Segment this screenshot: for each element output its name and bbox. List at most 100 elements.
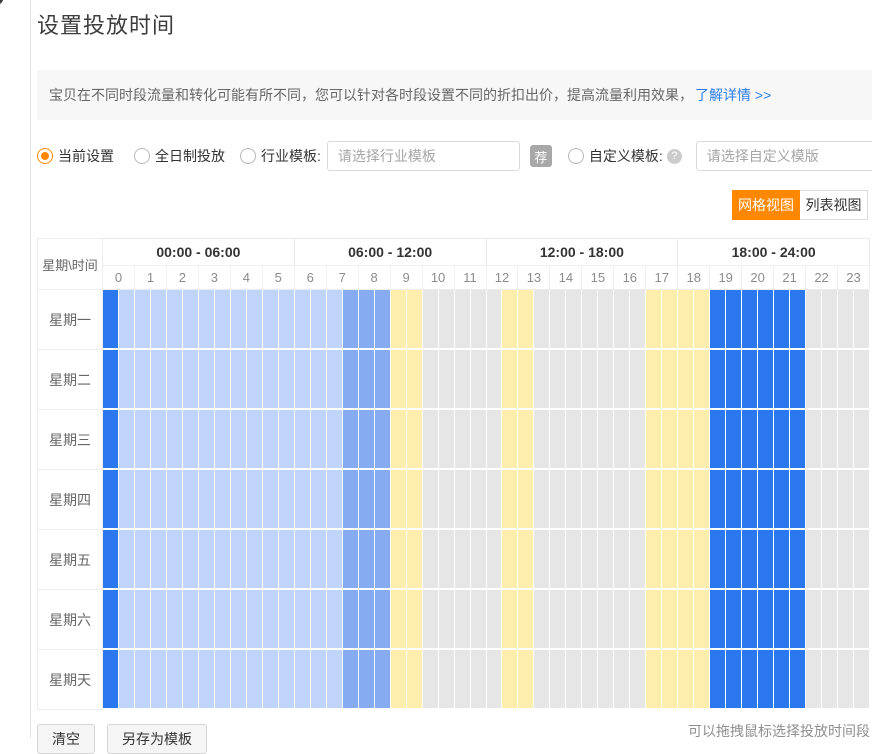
schedule-cell[interactable]	[231, 530, 247, 590]
schedule-cell[interactable]	[103, 530, 119, 590]
schedule-cell[interactable]	[487, 290, 503, 350]
schedule-cell[interactable]	[614, 350, 630, 410]
schedule-cell[interactable]	[279, 350, 295, 410]
schedule-cell[interactable]	[135, 290, 151, 350]
schedule-cell[interactable]	[167, 290, 183, 350]
schedule-cell[interactable]	[199, 410, 215, 470]
schedule-cell[interactable]	[167, 650, 183, 710]
schedule-cell[interactable]	[518, 410, 534, 470]
schedule-cell[interactable]	[103, 290, 119, 350]
schedule-cell[interactable]	[327, 590, 343, 650]
schedule-cell[interactable]	[343, 530, 359, 590]
schedule-cell[interactable]	[439, 290, 455, 350]
custom-template-input[interactable]	[696, 141, 872, 171]
schedule-cell[interactable]	[838, 410, 854, 470]
schedule-cell[interactable]	[119, 290, 135, 350]
schedule-cell[interactable]	[502, 470, 518, 530]
schedule-cell[interactable]	[838, 290, 854, 350]
schedule-cell[interactable]	[598, 650, 614, 710]
schedule-cell[interactable]	[423, 590, 439, 650]
schedule-cell[interactable]	[407, 290, 423, 350]
schedule-cell[interactable]	[838, 650, 854, 710]
schedule-cell[interactable]	[471, 290, 487, 350]
schedule-cell[interactable]	[391, 590, 407, 650]
schedule-cell[interactable]	[439, 350, 455, 410]
schedule-cell[interactable]	[439, 590, 455, 650]
schedule-cell[interactable]	[311, 650, 327, 710]
schedule-cell[interactable]	[359, 590, 375, 650]
schedule-cell[interactable]	[423, 530, 439, 590]
schedule-cell[interactable]	[566, 350, 582, 410]
schedule-cell[interactable]	[774, 410, 790, 470]
schedule-cell[interactable]	[455, 530, 471, 590]
schedule-cell[interactable]	[375, 530, 391, 590]
schedule-cell[interactable]	[550, 590, 566, 650]
schedule-cell[interactable]	[518, 650, 534, 710]
schedule-cell[interactable]	[487, 350, 503, 410]
schedule-cell[interactable]	[566, 290, 582, 350]
schedule-cell[interactable]	[550, 350, 566, 410]
schedule-cell[interactable]	[487, 470, 503, 530]
schedule-cell[interactable]	[311, 530, 327, 590]
schedule-cell[interactable]	[119, 530, 135, 590]
schedule-cell[interactable]	[375, 470, 391, 530]
schedule-cell[interactable]	[135, 410, 151, 470]
schedule-cell[interactable]	[614, 410, 630, 470]
schedule-cell[interactable]	[726, 470, 742, 530]
schedule-cell[interactable]	[471, 350, 487, 410]
schedule-cell[interactable]	[694, 290, 710, 350]
schedule-cell[interactable]	[502, 290, 518, 350]
radio-current-icon[interactable]	[37, 148, 53, 164]
schedule-cell[interactable]	[167, 410, 183, 470]
schedule-cell[interactable]	[423, 290, 439, 350]
schedule-cell[interactable]	[806, 590, 822, 650]
schedule-cell[interactable]	[678, 650, 694, 710]
schedule-cell[interactable]	[710, 470, 726, 530]
schedule-cell[interactable]	[774, 530, 790, 590]
schedule-cell[interactable]	[343, 350, 359, 410]
schedule-cell[interactable]	[279, 650, 295, 710]
schedule-cell[interactable]	[710, 650, 726, 710]
schedule-cell[interactable]	[279, 530, 295, 590]
schedule-cell[interactable]	[359, 470, 375, 530]
schedule-cell[interactable]	[598, 590, 614, 650]
schedule-cell[interactable]	[263, 650, 279, 710]
schedule-cell[interactable]	[151, 350, 167, 410]
schedule-cell[interactable]	[630, 410, 646, 470]
schedule-cell[interactable]	[694, 410, 710, 470]
schedule-cell[interactable]	[327, 410, 343, 470]
schedule-cell[interactable]	[758, 410, 774, 470]
schedule-cell[interactable]	[774, 650, 790, 710]
schedule-cell[interactable]	[822, 290, 838, 350]
schedule-cell[interactable]	[407, 350, 423, 410]
schedule-cell[interactable]	[167, 350, 183, 410]
schedule-cell[interactable]	[630, 290, 646, 350]
schedule-cell[interactable]	[614, 650, 630, 710]
schedule-cell[interactable]	[790, 350, 806, 410]
schedule-cell[interactable]	[646, 650, 662, 710]
schedule-cell[interactable]	[694, 590, 710, 650]
schedule-cell[interactable]	[199, 470, 215, 530]
schedule-cell[interactable]	[694, 530, 710, 590]
schedule-cell[interactable]	[694, 470, 710, 530]
schedule-cell[interactable]	[790, 470, 806, 530]
schedule-cell[interactable]	[550, 650, 566, 710]
schedule-cell[interactable]	[806, 650, 822, 710]
schedule-cell[interactable]	[854, 590, 870, 650]
schedule-cell[interactable]	[135, 590, 151, 650]
schedule-cell[interactable]	[614, 470, 630, 530]
schedule-cell[interactable]	[662, 350, 678, 410]
schedule-cell[interactable]	[455, 410, 471, 470]
schedule-cell[interactable]	[790, 410, 806, 470]
schedule-cell[interactable]	[311, 470, 327, 530]
schedule-cell[interactable]	[327, 470, 343, 530]
schedule-cell[interactable]	[391, 530, 407, 590]
schedule-cell[interactable]	[103, 470, 119, 530]
schedule-cell[interactable]	[279, 410, 295, 470]
schedule-cell[interactable]	[822, 350, 838, 410]
schedule-cell[interactable]	[710, 410, 726, 470]
learn-more-link[interactable]: 了解详情 >>	[695, 85, 771, 105]
schedule-cell[interactable]	[215, 650, 231, 710]
schedule-cell[interactable]	[854, 290, 870, 350]
schedule-cell[interactable]	[423, 470, 439, 530]
